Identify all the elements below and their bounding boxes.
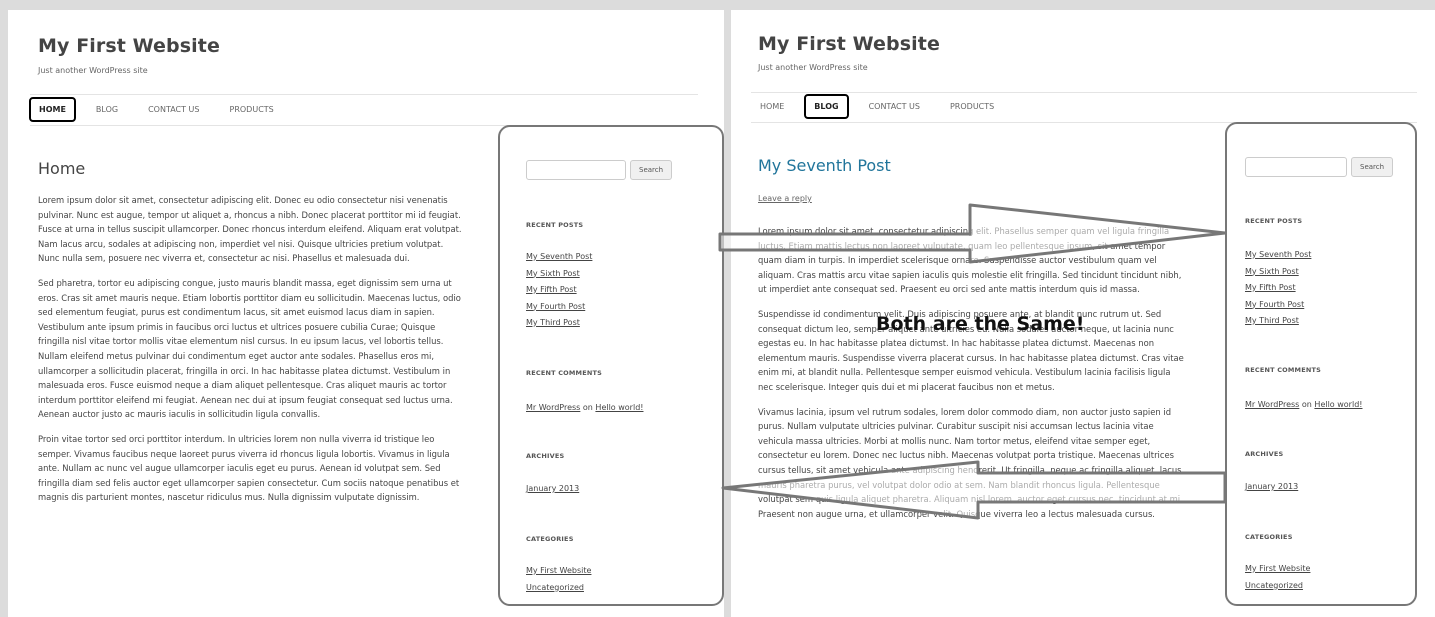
annotation-arrows — [718, 203, 1227, 520]
arrow-right — [718, 203, 1227, 264]
arrow-left — [721, 460, 1227, 520]
annotation-label: Both are the Same! — [876, 313, 1085, 335]
